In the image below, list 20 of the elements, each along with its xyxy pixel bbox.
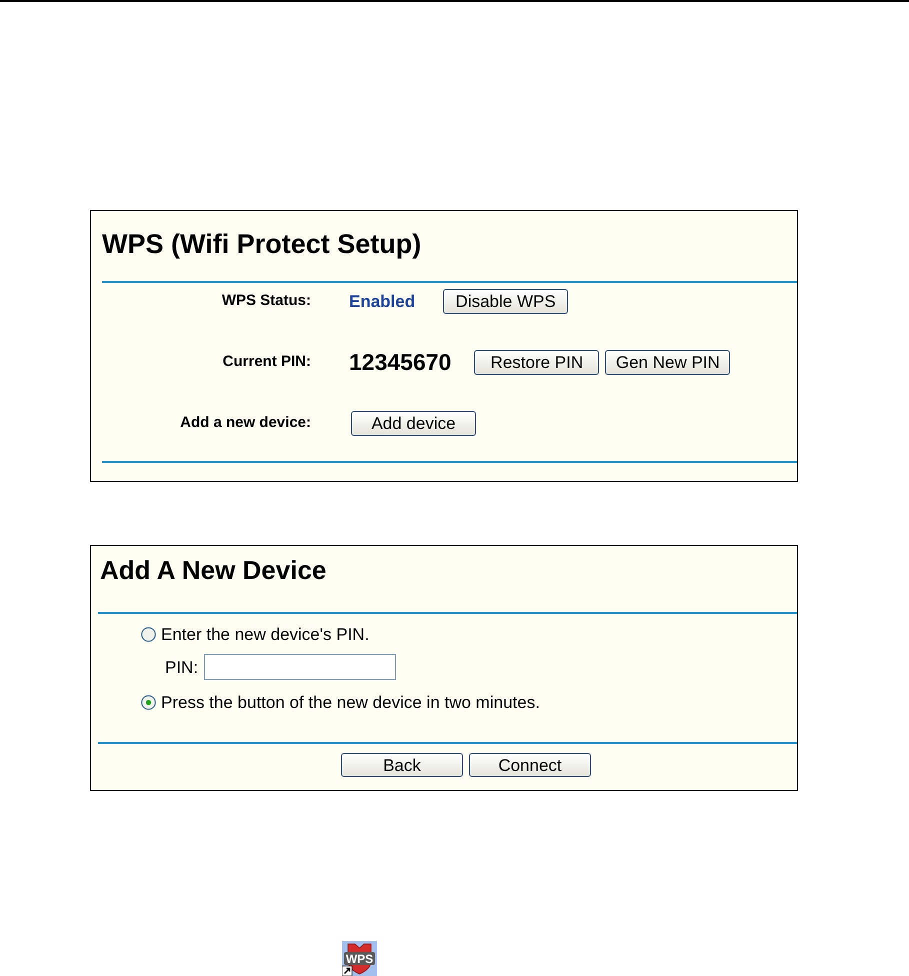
action-button[interactable]: Restore PIN xyxy=(474,350,600,375)
radio-button[interactable] xyxy=(141,626,156,642)
panel-title: Add A New Device xyxy=(100,555,326,585)
action-button[interactable]: Disable WPS xyxy=(443,289,568,314)
action-button[interactable]: Add device xyxy=(351,411,476,436)
pin-value: 12345670 xyxy=(349,351,452,374)
action-button[interactable]: Back xyxy=(341,753,463,777)
pin-input[interactable] xyxy=(204,654,396,680)
field-label: Add a new device: xyxy=(180,413,311,434)
field-label: Current PIN: xyxy=(222,352,311,372)
status-value: Enabled xyxy=(349,293,416,310)
option-label: Press the button of the new device in two minutes. xyxy=(161,694,540,710)
field-label: PIN: xyxy=(165,658,198,676)
option-label: Enter the new device's PIN. xyxy=(161,626,370,642)
field-label: WPS Status: xyxy=(222,291,311,312)
shield-shortcut-icon[interactable]: WPS xyxy=(342,941,377,976)
action-button[interactable]: Gen New PIN xyxy=(605,350,730,375)
panel-title: WPS (Wifi Protect Setup) xyxy=(102,229,422,259)
action-button[interactable]: Connect xyxy=(469,753,591,777)
radio-button[interactable] xyxy=(141,694,156,710)
